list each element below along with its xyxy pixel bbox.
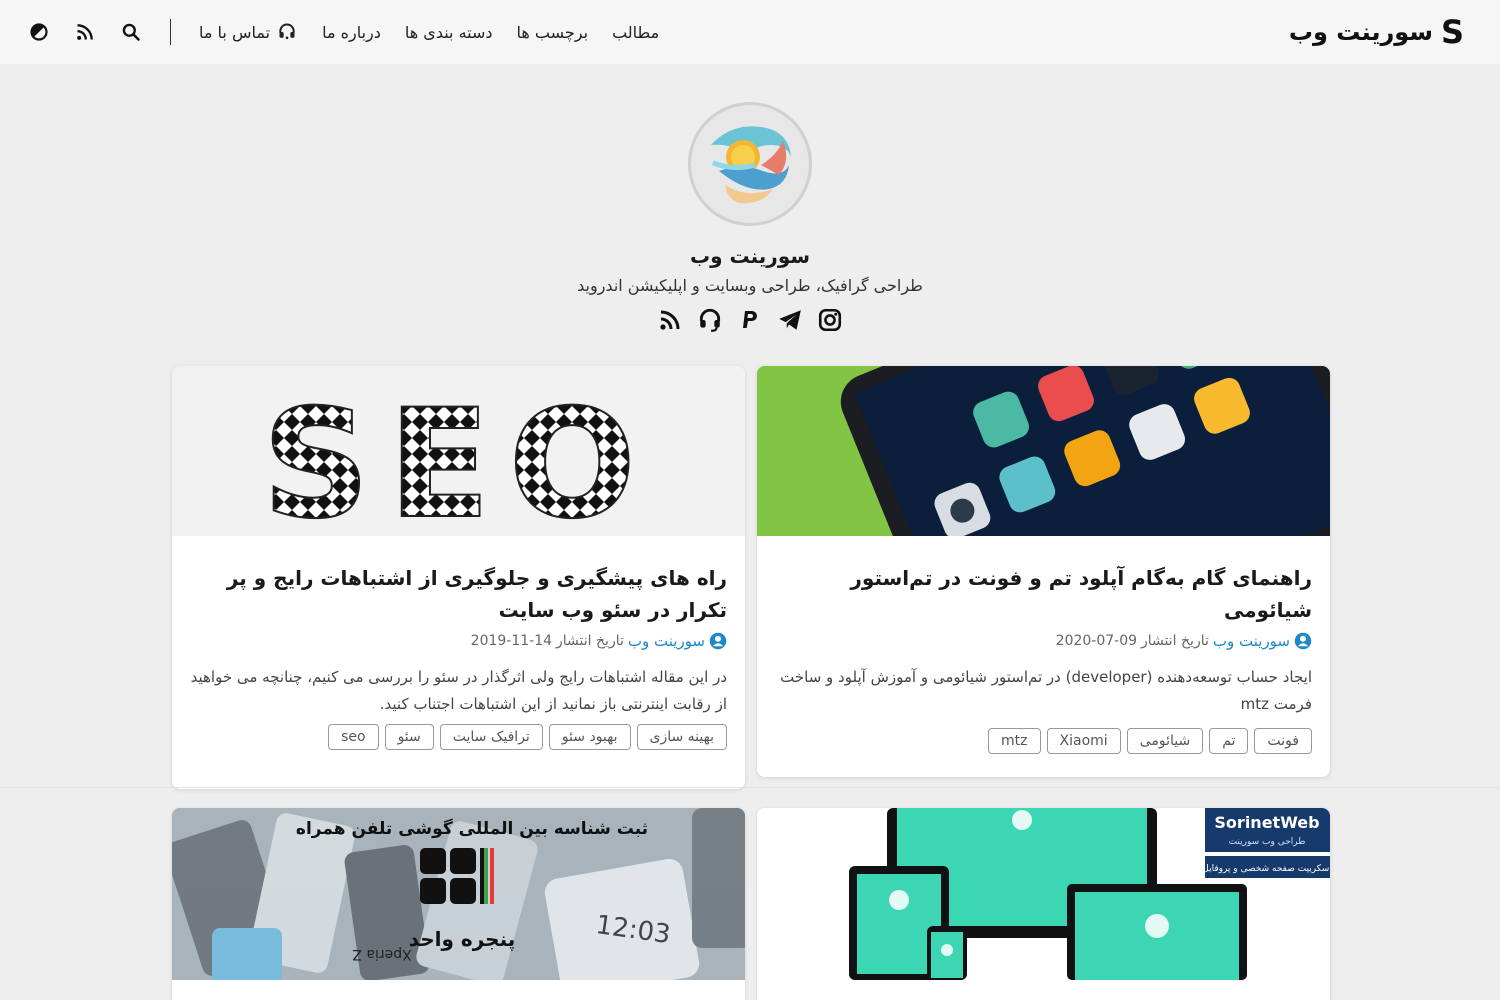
post-card-profile-script[interactable]: SorinetWeb طراحی وب سورینت اسکریپت صفحه … [757, 808, 1330, 1000]
post-card-seo[interactable]: SEO راه های پیشگیری و جلوگیری از اشتباها… [172, 366, 745, 789]
profile-bio: طراحی گرافیک، طراحی وبسایت و اپلیکیشن ان… [577, 276, 923, 295]
post-meta: سورینت وب تاریخ انتشار 2020-07-09 [775, 632, 1312, 650]
main-menu: مطالب برچسب ها دسته بندی ها درباره ما تم… [28, 19, 659, 45]
post-date-label: تاریخ انتشار [1141, 633, 1209, 649]
menu-item-contact[interactable]: تماس با ما [199, 21, 298, 43]
post-date: 2019-11-14 [470, 633, 553, 649]
site-header: S سورینت وب مطالب برچسب ها دسته بندی ها … [0, 0, 1500, 64]
menu-item-contact-label: تماس با ما [199, 22, 271, 42]
tag[interactable]: تم [1209, 728, 1249, 754]
post-thumbnail[interactable]: ثبت شناسه بین المللی گوشی تلفن همراه پنج… [172, 808, 745, 980]
post-meta: سورینت وب تاریخ انتشار 2019-11-14 [190, 632, 727, 650]
tag[interactable]: بهینه سازی [636, 724, 727, 750]
post-title[interactable]: راه های پیشگیری و جلوگیری از اشتباهات را… [190, 562, 727, 626]
post-body: راهنمای گام به‌گام آپلود تم و فونت در تم… [757, 536, 1330, 754]
social-links [657, 307, 843, 333]
support-icon[interactable] [697, 307, 723, 333]
post-author-name: سورینت وب [627, 632, 705, 650]
rss-icon[interactable] [657, 307, 683, 333]
post-thumbnail[interactable] [757, 366, 1330, 536]
tag[interactable]: seo [328, 724, 379, 750]
avatar [688, 102, 812, 226]
post-tags: فونت تم شیائومی Xiaomi mtz [775, 728, 1312, 754]
menu-item-about[interactable]: درباره ما [322, 23, 381, 42]
post-tags: بهینه سازی بهبود سئو ترافیک سایت سئو seo [190, 724, 727, 750]
tag[interactable]: سئو [384, 724, 434, 750]
image-logo-text: پنجره واحد [409, 927, 516, 952]
tag[interactable]: بهبود سئو [548, 724, 631, 750]
post-excerpt: در این مقاله اشتباهات رایج ولی اثرگذار د… [190, 668, 727, 713]
tag[interactable]: Xiaomi [1046, 728, 1121, 754]
phone-model-label: Xperia Z [352, 946, 411, 962]
brand-caption: اسکریپت صفحه شخصی و پروفایل [1202, 864, 1330, 874]
section-divider [0, 787, 1500, 788]
brand-logo-text: SorinetWeb [1214, 813, 1319, 832]
image-heading: ثبت شناسه بین المللی گوشی تلفن همراه [296, 818, 648, 839]
post-body: راه های پیشگیری و جلوگیری از اشتباهات را… [172, 536, 745, 750]
menu-divider [170, 19, 171, 45]
post-thumbnail[interactable]: SEO [172, 366, 745, 536]
theme-toggle-icon[interactable] [28, 21, 50, 43]
post-author-name: سورینت وب [1212, 632, 1290, 650]
user-circle-icon [709, 632, 727, 650]
menu-item-categories[interactable]: دسته بندی ها [405, 23, 493, 42]
profile-section: سورینت وب طراحی گرافیک، طراحی وبسایت و ا… [0, 102, 1500, 333]
post-card-imei[interactable]: ثبت شناسه بین المللی گوشی تلفن همراه پنج… [172, 808, 745, 1000]
tag[interactable]: شیائومی [1126, 728, 1204, 754]
search-icon[interactable] [120, 21, 142, 43]
post-thumbnail[interactable]: SorinetWeb طراحی وب سورینت اسکریپت صفحه … [757, 808, 1330, 980]
menu-item-posts[interactable]: مطالب [612, 23, 659, 42]
site-title: سورینت وب [1288, 18, 1433, 46]
rss-icon[interactable] [74, 21, 96, 43]
instagram-icon[interactable] [817, 307, 843, 333]
tag[interactable]: فونت [1254, 728, 1312, 754]
headset-icon [276, 21, 298, 43]
post-date: 2020-07-09 [1055, 633, 1138, 649]
post-card-xiaomi[interactable]: راهنمای گام به‌گام آپلود تم و فونت در تم… [757, 366, 1330, 777]
telegram-icon[interactable] [777, 307, 803, 333]
seo-image-text: SEO [262, 378, 654, 536]
post-title[interactable]: راهنمای گام به‌گام آپلود تم و فونت در تم… [775, 562, 1312, 626]
post-excerpt: ایجاد حساب توسعه‌دهنده (developer) در تم… [780, 668, 1312, 713]
user-circle-icon [1294, 632, 1312, 650]
profile-name: سورینت وب [689, 244, 811, 268]
post-date-label: تاریخ انتشار [556, 633, 624, 649]
site-logo[interactable]: S سورینت وب [1289, 16, 1464, 48]
paypal-icon[interactable] [737, 307, 763, 333]
menu-item-tags[interactable]: برچسب ها [517, 23, 589, 42]
tag[interactable]: ترافیک سایت [439, 724, 543, 750]
tag[interactable]: mtz [988, 728, 1041, 754]
post-author[interactable]: سورینت وب [628, 632, 727, 650]
brand-subtitle: طراحی وب سورینت [1229, 837, 1306, 847]
logo-mark: S [1440, 13, 1464, 51]
post-author[interactable]: سورینت وب [1213, 632, 1312, 650]
